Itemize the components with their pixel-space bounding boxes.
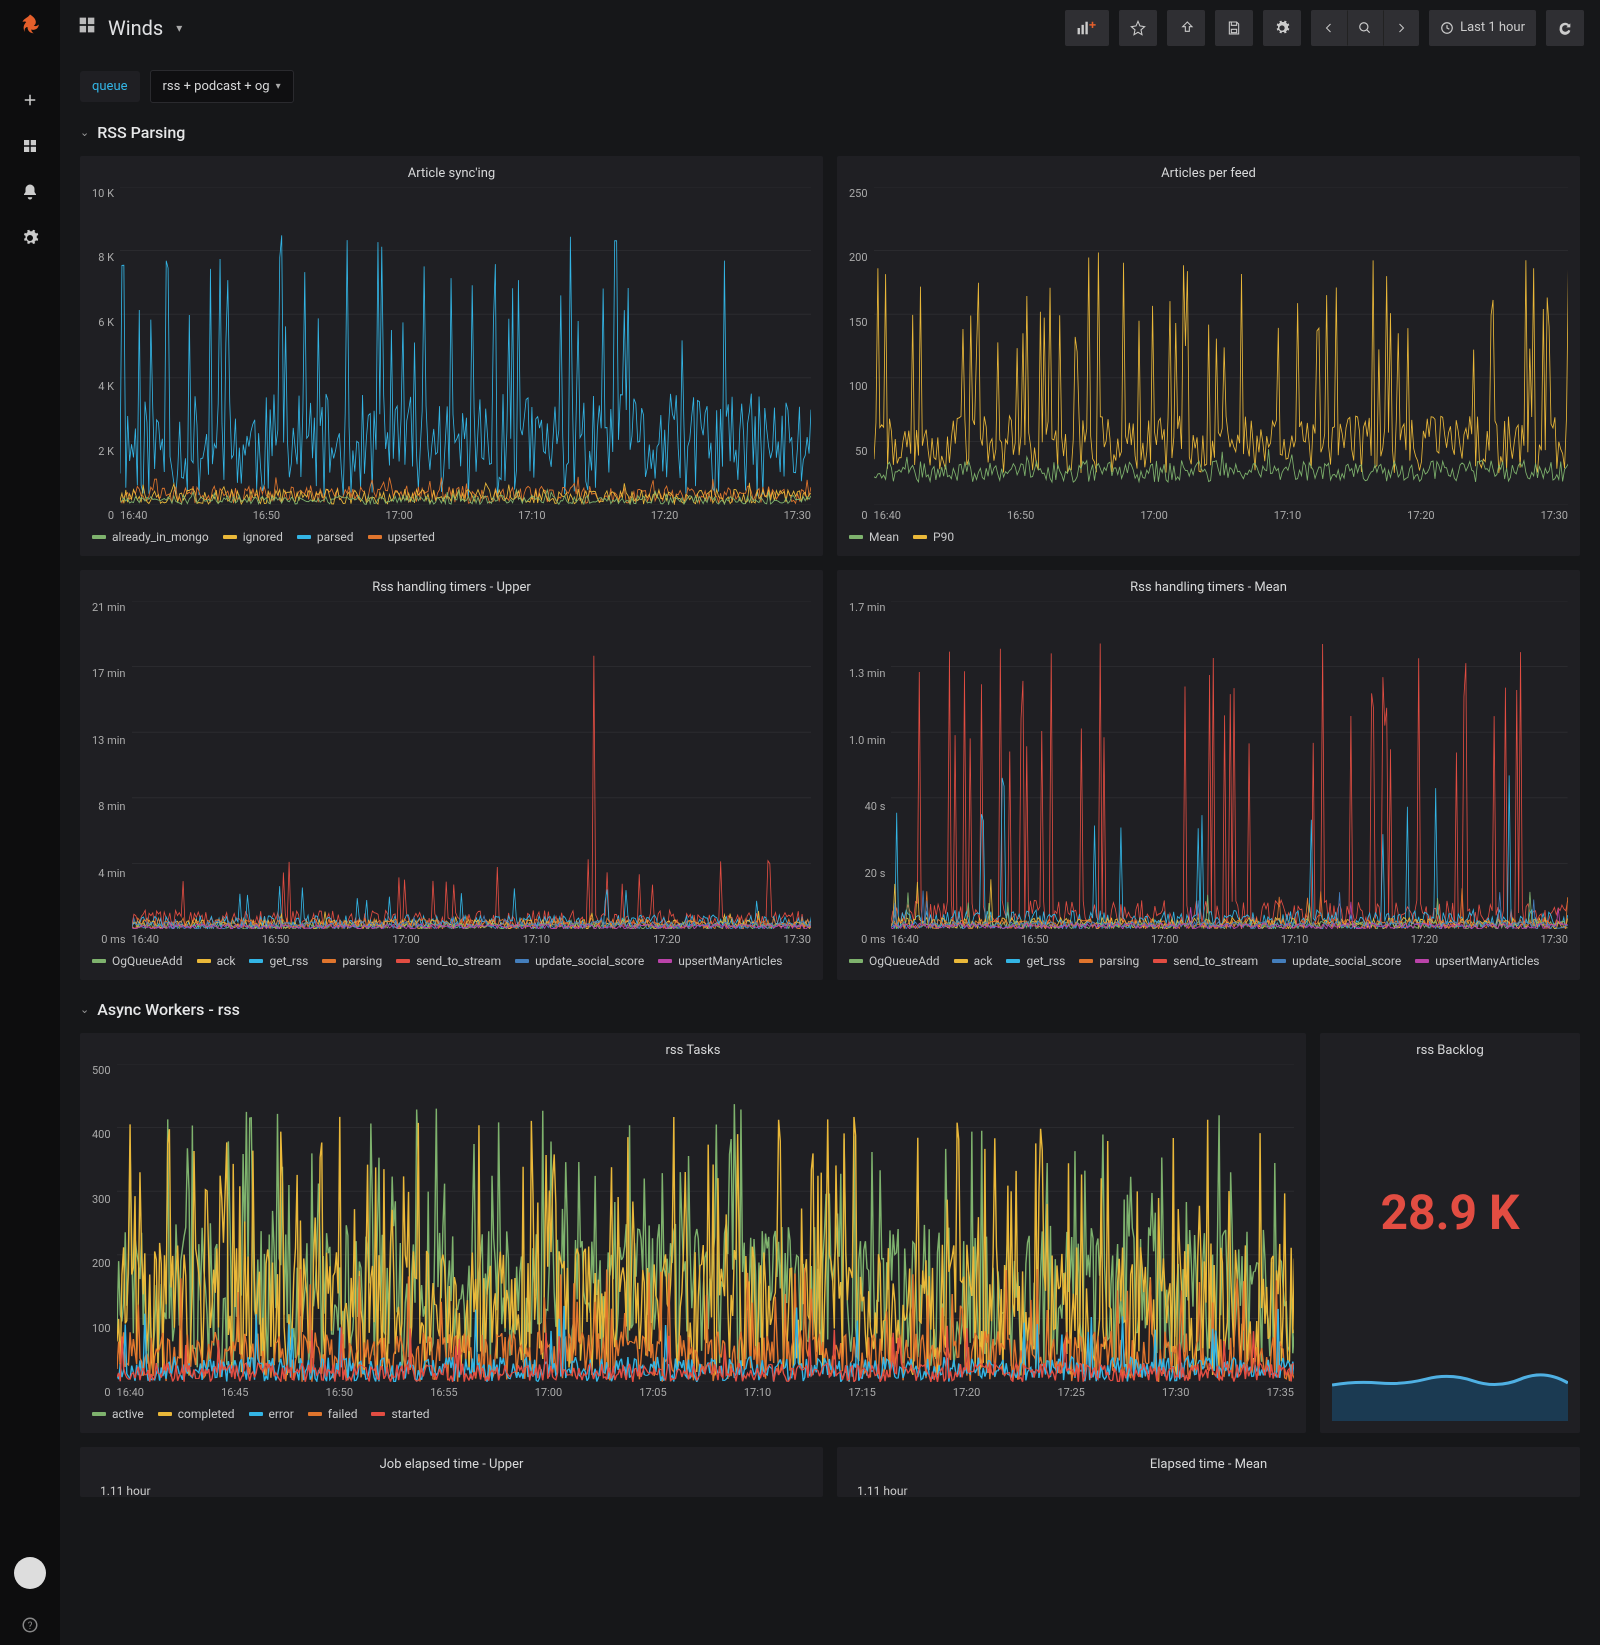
panel-value: 1.11 hour: [849, 1478, 1568, 1498]
panel-rss-backlog[interactable]: rss Backlog 28.9 K: [1320, 1033, 1580, 1433]
legend-item[interactable]: parsed: [297, 530, 354, 544]
panel-title: rss Tasks: [92, 1043, 1294, 1058]
add-icon[interactable]: [10, 80, 50, 120]
variable-value-text: rss + podcast + og: [163, 79, 270, 94]
sparkline: [1332, 1361, 1568, 1421]
legend-item[interactable]: get_rss: [249, 954, 308, 968]
panel-rss-timers-mean[interactable]: Rss handling timers - Mean1.7 min1.3 min…: [837, 570, 1580, 980]
panel-rss-tasks[interactable]: rss Tasks500400300200100016:4016:4516:50…: [80, 1033, 1306, 1433]
legend-item[interactable]: update_social_score: [515, 954, 644, 968]
legend-item[interactable]: failed: [308, 1407, 358, 1421]
legend-item[interactable]: OgQueueAdd: [849, 954, 940, 968]
variable-name: queue: [80, 71, 140, 102]
panel-article-syncing[interactable]: Article sync'ing10 K8 K6 K4 K2 K016:4016…: [80, 156, 823, 556]
legend-item[interactable]: active: [92, 1407, 144, 1421]
panel-title: Article sync'ing: [92, 166, 811, 181]
legend-item[interactable]: already_in_mongo: [92, 530, 209, 544]
share-button[interactable]: [1167, 10, 1205, 46]
row-header-async-workers[interactable]: ⌄ Async Workers - rss: [80, 1000, 1580, 1019]
svg-text:?: ?: [28, 1621, 33, 1632]
legend-item[interactable]: Mean: [849, 530, 899, 544]
dashboard-title-text: Winds: [108, 16, 163, 40]
help-icon[interactable]: ?: [10, 1605, 50, 1645]
legend-item[interactable]: parsing: [1079, 954, 1139, 968]
panel-title: Job elapsed time - Upper: [92, 1457, 811, 1472]
refresh-button[interactable]: [1546, 10, 1584, 46]
save-button[interactable]: [1215, 10, 1253, 46]
legend-item[interactable]: send_to_stream: [396, 954, 501, 968]
dashboards-icon[interactable]: [10, 126, 50, 166]
legend-item[interactable]: OgQueueAdd: [92, 954, 183, 968]
variable-value-dropdown[interactable]: rss + podcast + og ▾: [150, 70, 294, 103]
legend-item[interactable]: ack: [197, 954, 236, 968]
time-range-nav: [1311, 10, 1419, 46]
clock-icon: [1440, 21, 1454, 35]
chevron-down-icon: ⌄: [80, 1003, 89, 1016]
legend-item[interactable]: upsertManyArticles: [1415, 954, 1539, 968]
panel-title: rss Backlog: [1332, 1043, 1568, 1058]
top-toolbar: Winds ▾: [60, 0, 1600, 56]
legend-item[interactable]: ignored: [223, 530, 283, 544]
legend-item[interactable]: error: [249, 1407, 294, 1421]
panel-rss-timers-upper[interactable]: Rss handling timers - Upper21 min17 min1…: [80, 570, 823, 980]
settings-icon[interactable]: [10, 218, 50, 258]
legend-item[interactable]: parsing: [322, 954, 382, 968]
panel-title: Elapsed time - Mean: [849, 1457, 1568, 1472]
panel-articles-per-feed[interactable]: Articles per feed25020015010050016:4016:…: [837, 156, 1580, 556]
user-avatar[interactable]: [14, 1557, 46, 1589]
panel-job-elapsed-upper[interactable]: Job elapsed time - Upper 1.11 hour: [80, 1447, 823, 1497]
row-header-rss-parsing[interactable]: ⌄ RSS Parsing: [80, 123, 1580, 142]
legend-item[interactable]: send_to_stream: [1153, 954, 1258, 968]
legend-item[interactable]: update_social_score: [1272, 954, 1401, 968]
add-panel-button[interactable]: [1065, 10, 1109, 46]
legend-item[interactable]: get_rss: [1006, 954, 1065, 968]
legend-item[interactable]: upserted: [368, 530, 435, 544]
chevron-down-icon: ⌄: [80, 126, 89, 139]
time-picker-label: Last 1 hour: [1460, 20, 1525, 35]
chevron-down-icon: ▾: [176, 21, 182, 35]
dashboard-title[interactable]: Winds ▾: [76, 14, 182, 41]
time-picker-button[interactable]: Last 1 hour: [1429, 10, 1536, 46]
zoom-out-button[interactable]: [1347, 10, 1383, 46]
singlestat-value: 28.9 K: [1332, 1064, 1568, 1361]
row-title: Async Workers - rss: [97, 1000, 240, 1019]
dashboard-settings-button[interactable]: [1263, 10, 1301, 46]
row-title: RSS Parsing: [97, 123, 185, 142]
panel-title: Rss handling timers - Mean: [849, 580, 1568, 595]
panel-title: Articles per feed: [849, 166, 1568, 181]
dashboard-icon: [76, 14, 98, 41]
template-variable-row: queue rss + podcast + og ▾: [80, 70, 1580, 103]
legend-item[interactable]: completed: [158, 1407, 235, 1421]
legend-item[interactable]: P90: [913, 530, 954, 544]
legend-item[interactable]: upsertManyArticles: [658, 954, 782, 968]
time-forward-button[interactable]: [1383, 10, 1419, 46]
legend-item[interactable]: started: [371, 1407, 429, 1421]
chevron-down-icon: ▾: [276, 81, 281, 92]
panel-value: 1.11 hour: [92, 1478, 811, 1498]
grafana-logo-icon[interactable]: [13, 10, 47, 44]
panel-elapsed-mean[interactable]: Elapsed time - Mean 1.11 hour: [837, 1447, 1580, 1497]
panel-title: Rss handling timers - Upper: [92, 580, 811, 595]
alerting-icon[interactable]: [10, 172, 50, 212]
time-back-button[interactable]: [1311, 10, 1347, 46]
star-button[interactable]: [1119, 10, 1157, 46]
legend-item[interactable]: ack: [954, 954, 993, 968]
side-navigation: ?: [0, 0, 60, 1645]
